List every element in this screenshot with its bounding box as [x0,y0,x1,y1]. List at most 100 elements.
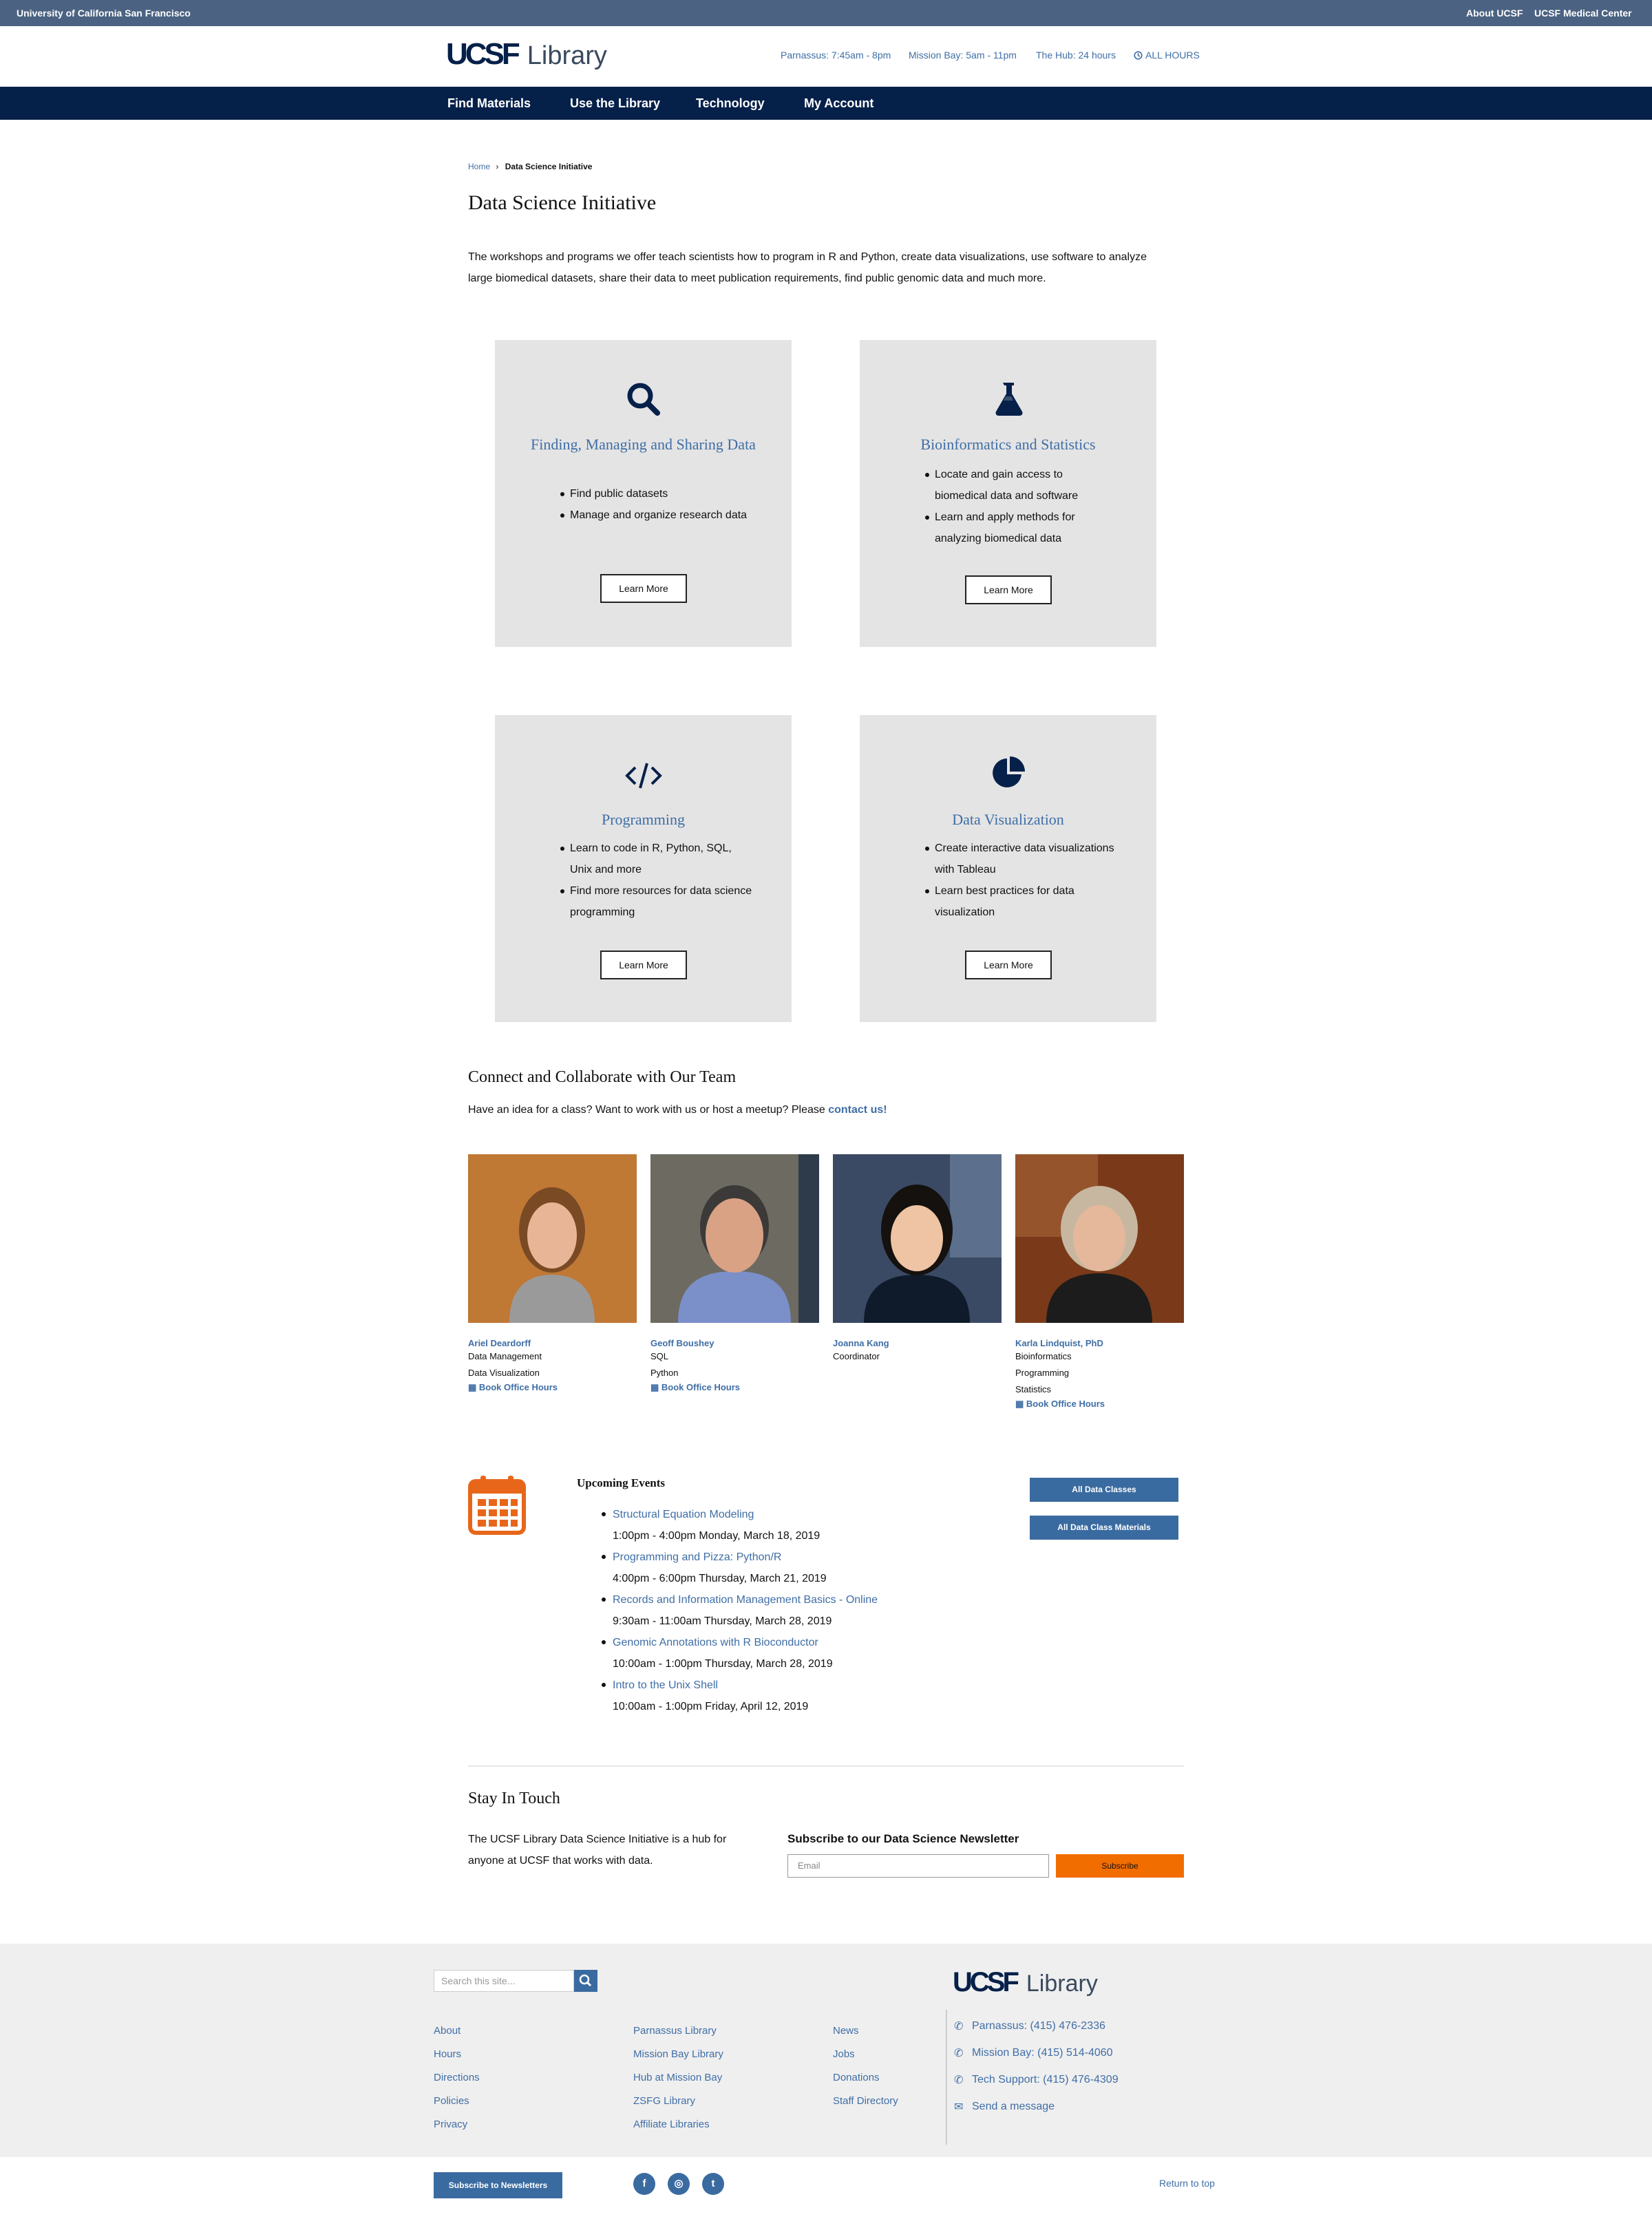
footer-link-hub[interactable]: Hub at Mission Bay [633,2066,723,2090]
phone-parnassus[interactable]: ✆ Parnassus: (415) 476-2336 [954,2019,1105,2033]
events-list: Structural Equation Modeling 1:00pm - 4:0… [602,1504,878,1717]
footer-link-mission-bay[interactable]: Mission Bay Library [633,2043,723,2066]
site-header: UCSF Library Parnassus: 7:45am - 8pm Miss… [0,26,1652,87]
hours-mission-bay[interactable]: Mission Bay: 5am - 11pm [909,50,1017,61]
about-ucsf-link[interactable]: About UCSF [1466,8,1523,19]
search-icon [579,1974,592,1987]
card-title: Bioinformatics and Statistics [920,436,1096,453]
list-item: Find public datasets [560,483,753,505]
footer-ucsf-library-logo[interactable]: UCSF Library [953,1967,1098,1998]
footer-col-1: About Hours Directions Policies Privacy [434,2019,480,2136]
all-hours-link[interactable]: ALL HOURS [1134,50,1200,61]
subscribe-newsletters-button[interactable]: Subscribe to Newsletters [434,2172,562,2198]
nav-use-the-library[interactable]: Use the Library [570,96,660,111]
footer-link-zsfg[interactable]: ZSFG Library [633,2090,723,2113]
pie-chart-icon [992,756,1025,787]
all-data-class-materials-button[interactable]: All Data Class Materials [1030,1516,1178,1540]
nav-technology[interactable]: Technology [696,96,765,111]
event-link[interactable]: Intro to the Unix Shell [613,1675,878,1696]
search-icon [627,383,660,416]
card-bioinformatics: Bioinformatics and Statistics Locate and… [860,340,1156,647]
medical-center-link[interactable]: UCSF Medical Center [1534,8,1632,19]
bottom-bar: Subscribe to Newsletters f ◎ t Return to… [0,2157,1652,2219]
newsletter-heading: Subscribe to our Data Science Newsletter [787,1832,1019,1845]
member-name[interactable]: Ariel Deardorff [468,1338,637,1348]
clock-icon [1134,50,1143,60]
team-member: Joanna Kang Coordinator [833,1154,1002,1365]
event-time: 9:30am - 11:00am Thursday, March 28, 201… [613,1615,832,1627]
learn-more-button[interactable]: Learn More [600,951,687,979]
footer-divider [946,2010,947,2145]
calendar-icon: ▦ [1015,1399,1026,1409]
member-role: Data Visualization [468,1368,540,1378]
list-item: Records and Information Management Basic… [602,1589,878,1632]
footer-link-news[interactable]: News [833,2019,898,2043]
phone-mission-bay[interactable]: ✆ Mission Bay: (415) 514-4060 [954,2046,1113,2060]
search-input[interactable]: Search this site... [434,1970,574,1992]
event-time: 4:00pm - 6:00pm Thursday, March 21, 2019 [613,1573,827,1584]
main-nav: Find Materials Use the Library Technolog… [0,87,1652,120]
event-link[interactable]: Genomic Annotations with R Bioconductor [613,1632,878,1653]
team-member: Ariel Deardorff Data Management Data Vis… [468,1154,637,1394]
contact-us-link[interactable]: contact us! [828,1104,887,1116]
member-name[interactable]: Karla Lindquist, PhD [1015,1338,1184,1348]
member-role: Bioinformatics [1015,1351,1072,1361]
event-time: 1:00pm - 4:00pm Monday, March 18, 2019 [613,1530,820,1542]
event-time: 10:00am - 1:00pm Thursday, March 28, 201… [613,1658,833,1670]
footer: Search this site... About Hours Directio… [0,1944,1652,2157]
event-link[interactable]: Programming and Pizza: Python/R [613,1547,878,1568]
nav-find-materials[interactable]: Find Materials [447,96,531,111]
footer-link-policies[interactable]: Policies [434,2090,480,2113]
member-name[interactable]: Joanna Kang [833,1338,1002,1348]
member-role: SQL [650,1351,669,1361]
event-link[interactable]: Records and Information Management Basic… [613,1589,878,1611]
footer-link-staff-directory[interactable]: Staff Directory [833,2090,898,2113]
footer-link-hours[interactable]: Hours [434,2043,480,2066]
page-title: Data Science Initiative [468,191,657,214]
send-message-link[interactable]: ✉ Send a message [954,2100,1055,2114]
instagram-icon[interactable]: ◎ [668,2173,690,2195]
book-office-hours-link[interactable]: ▦ Book Office Hours [650,1382,740,1392]
member-role: Statistics [1015,1384,1052,1394]
breadcrumb: Home › Data Science Initiative [468,162,592,171]
footer-link-directions[interactable]: Directions [434,2066,480,2090]
footer-link-about[interactable]: About [434,2019,480,2043]
stay-text: The UCSF Library Data Science Initiative… [468,1834,727,1867]
subscribe-button[interactable]: Subscribe [1056,1854,1184,1878]
hours-parnassus[interactable]: Parnassus: 7:45am - 8pm [781,50,891,61]
facebook-icon[interactable]: f [633,2173,655,2195]
book-office-hours-link[interactable]: ▦ Book Office Hours [1015,1399,1105,1409]
ucsf-link[interactable]: University of California San Francisco [17,8,191,19]
list-item: Learn best practices for data visualizat… [925,880,1118,923]
footer-link-donations[interactable]: Donations [833,2066,898,2090]
ucsf-library-logo[interactable]: UCSF Library [446,37,607,72]
member-role: Programming [1015,1368,1070,1378]
email-field[interactable]: Email [787,1854,1049,1878]
learn-more-button[interactable]: Learn More [965,951,1052,979]
footer-link-affiliate[interactable]: Affiliate Libraries [633,2113,723,2136]
twitter-icon[interactable]: t [702,2173,724,2195]
nav-my-account[interactable]: My Account [804,96,873,111]
learn-more-button[interactable]: Learn More [965,575,1052,604]
breadcrumb-home[interactable]: Home [468,162,490,171]
breadcrumb-current: Data Science Initiative [505,162,593,171]
phone-tech-support[interactable]: ✆ Tech Support: (415) 476-4309 [954,2073,1119,2087]
calendar-icon [468,1474,526,1538]
footer-link-privacy[interactable]: Privacy [434,2113,480,2136]
avatar [468,1154,637,1323]
avatar [650,1154,819,1323]
book-office-hours-link[interactable]: ▦ Book Office Hours [468,1382,558,1392]
search-button[interactable] [574,1970,597,1992]
phone-icon: ✆ [954,2048,964,2059]
card-finding-data: Finding, Managing and Sharing Data Find … [495,340,792,647]
learn-more-button[interactable]: Learn More [600,574,687,603]
footer-link-parnassus[interactable]: Parnassus Library [633,2019,723,2043]
avatar [1015,1154,1184,1323]
event-link[interactable]: Structural Equation Modeling [613,1504,878,1525]
all-data-classes-button[interactable]: All Data Classes [1030,1478,1178,1502]
member-name[interactable]: Geoff Boushey [650,1338,819,1348]
hours-hub[interactable]: The Hub: 24 hours [1036,50,1116,61]
intro-text: The workshops and programs we offer teac… [468,251,1147,284]
return-to-top-link[interactable]: Return to top [1159,2178,1215,2189]
footer-link-jobs[interactable]: Jobs [833,2043,898,2066]
